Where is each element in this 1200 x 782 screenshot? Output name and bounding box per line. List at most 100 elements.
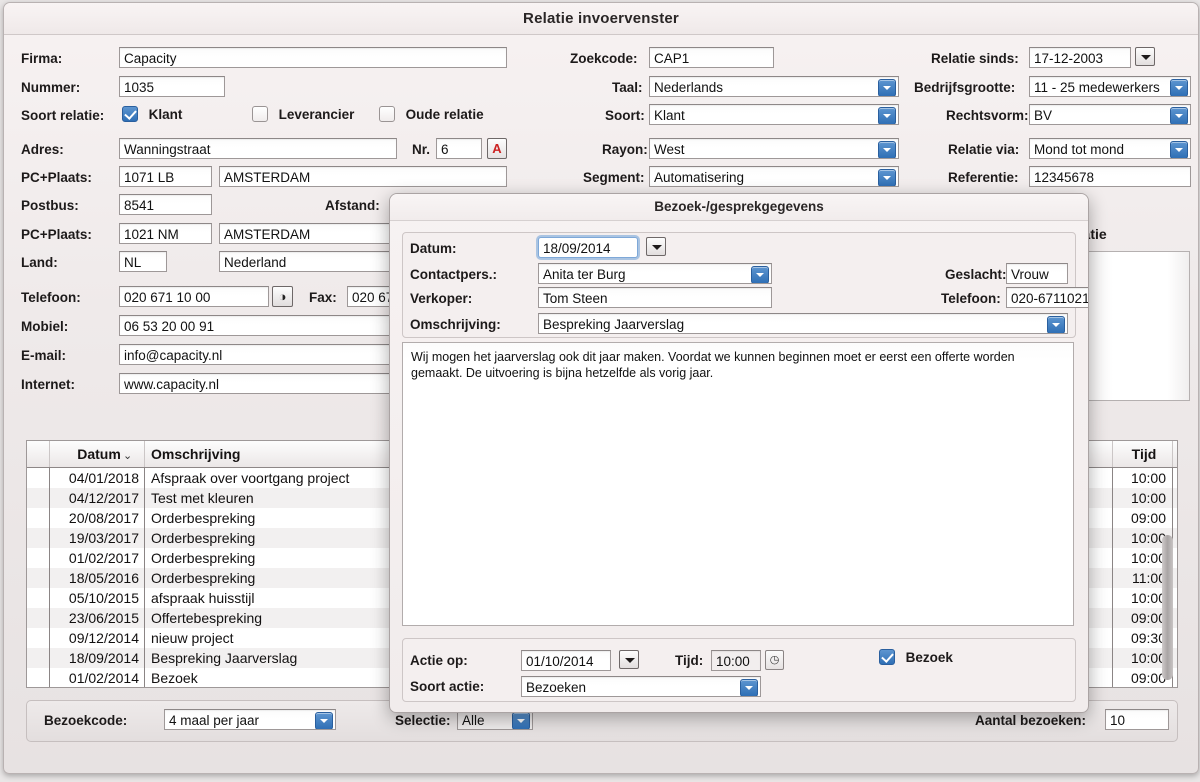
telefoon-input[interactable]: 020 671 10 00 [119,286,269,307]
column-header-omschrijving[interactable]: Omschrijving [151,441,240,467]
chevron-down-icon[interactable] [878,79,896,97]
column-header-tijd[interactable]: Tijd [1116,441,1172,467]
chevron-down-icon[interactable] [878,141,896,159]
bezoekcode-value: 4 maal per jaar [169,713,259,728]
afstand-label: Afstand: [325,198,380,213]
dialog-tijd-label: Tijd: [675,653,703,668]
chevron-down-icon[interactable] [1047,316,1065,334]
window-title: Relatie invoervenster [523,10,679,27]
cell-tijd: 10:00 [1116,648,1166,668]
checkbox-leverancier[interactable]: Leverancier [252,106,354,122]
selectie-label: Selectie: [395,713,451,728]
dialog-actie-op-dropdown-button[interactable] [619,650,639,669]
dialog-memo-textarea[interactable]: Wij mogen het jaarverslag ook dit jaar m… [402,342,1074,626]
postbus-label: Postbus: [21,198,79,213]
dialog-contactpers-select[interactable]: Anita ter Burg [538,263,772,284]
bezoekcode-select[interactable]: 4 maal per jaar [164,709,336,730]
cell-datum: 20/08/2017 [51,508,139,528]
cell-tijd: 10:00 [1116,548,1166,568]
rechtsvorm-select[interactable]: BV [1029,104,1191,125]
checkbox-oude-relatie-box[interactable] [379,106,395,122]
relatie-via-select[interactable]: Mond tot mond [1029,138,1191,159]
mobiel-label: Mobiel: [21,319,68,334]
cell-omschrijving: Orderbespreking [151,528,391,548]
bezoekcode-label: Bezoekcode: [44,713,127,728]
bedrijfsgrootte-select[interactable]: 11 - 25 medewerkers [1029,76,1191,97]
dialog-bezoek-label: Bezoek [906,650,953,665]
relatie-sinds-input[interactable]: 17-12-2003 [1029,47,1131,68]
dialog-actie-op-input[interactable]: 01/10/2014 [521,650,611,671]
dialog-datum-label: Datum: [410,241,457,256]
table-vertical-scrollbar[interactable] [1161,469,1174,685]
cell-tijd: 10:00 [1116,468,1166,488]
dialog-contactpers-label: Contactpers.: [410,267,497,282]
table-scrollbar-thumb[interactable] [1162,535,1173,680]
cell-tijd: 09:00 [1116,608,1166,628]
adres-input[interactable]: Wanningstraat [119,138,397,159]
dialog-actie-op-label: Actie op: [410,653,468,668]
internet-label: Internet: [21,377,75,392]
soort-relatie-label: Soort relatie: [21,108,104,123]
dialog-datum-input[interactable]: 18/09/2014 [538,237,638,258]
pcplaats1-postcode-input[interactable]: 1071 LB [119,166,212,187]
cell-tijd: 10:00 [1116,488,1166,508]
segment-label: Segment: [583,170,645,185]
segment-value: Automatisering [654,170,744,185]
checkbox-leverancier-box[interactable] [252,106,268,122]
nr-input[interactable]: 6 [436,138,482,159]
cell-tijd: 10:00 [1116,528,1166,548]
pcplaats2-postcode-input[interactable]: 1021 NM [119,223,212,244]
bedrijfsgrootte-label: Bedrijfsgrootte: [914,80,1015,95]
taal-select[interactable]: Nederlands [649,76,899,97]
chevron-down-icon[interactable] [740,679,758,697]
cell-datum: 19/03/2017 [51,528,139,548]
chevron-down-icon[interactable] [1170,107,1188,125]
postbus-input[interactable]: 8541 [119,194,212,215]
sort-chevron-down-icon[interactable]: ⌄ [123,449,132,462]
zoekcode-input[interactable]: CAP1 [649,47,774,68]
referentie-input[interactable]: 12345678 [1029,166,1191,187]
relatie-sinds-label: Relatie sinds: [931,51,1019,66]
dialog-geslacht-input[interactable]: Vrouw [1006,263,1068,284]
dialog-verkoper-label: Verkoper: [410,291,472,306]
aantal-bezoeken-input[interactable]: 10 [1105,709,1169,730]
chevron-down-icon[interactable] [1170,141,1188,159]
dialog-tijd-input[interactable]: 10:00 [711,650,761,671]
nummer-input[interactable]: 1035 [119,76,225,97]
clock-icon[interactable]: ◷ [765,650,784,670]
checkbox-oude-relatie[interactable]: Oude relatie [379,106,484,122]
relatie-sinds-dropdown-button[interactable] [1135,47,1155,66]
red-a-icon[interactable]: A [487,138,507,159]
firma-input[interactable]: Capacity [119,47,507,68]
informatie-textarea[interactable] [1080,251,1190,401]
dialog-omschrijving-select[interactable]: Bespreking Jaarverslag [538,313,1068,334]
soort-select[interactable]: Klant [649,104,899,125]
chevron-down-icon[interactable] [878,169,896,187]
dialog-bezoek-checkbox[interactable]: Bezoek [879,649,953,665]
dialog-datum-dropdown-button[interactable] [646,237,666,256]
dialog-bezoek-checkbox-box[interactable] [879,649,895,665]
chevron-down-icon[interactable] [315,712,333,730]
cell-omschrijving: Afspraak over voortgang project [151,468,391,488]
dialog-verkoper-input[interactable]: Tom Steen [538,287,772,308]
dialog-soort-actie-select[interactable]: Bezoeken [521,676,761,697]
cell-datum: 01/02/2017 [51,548,139,568]
chevron-down-icon[interactable] [512,712,530,730]
cell-datum: 05/10/2015 [51,588,139,608]
checkbox-klant-box[interactable] [122,106,138,122]
cell-tijd: 09:00 [1116,668,1166,688]
dialog-geslacht-label: Geslacht: [945,267,1007,282]
pcplaats1-plaats-input[interactable]: AMSTERDAM [219,166,507,187]
dialog-omschrijving-value: Bespreking Jaarverslag [543,317,684,332]
chevron-down-icon[interactable] [1170,79,1188,97]
dial-icon[interactable]: ◑ [272,286,293,307]
chevron-down-icon[interactable] [878,107,896,125]
chevron-down-icon[interactable] [751,266,769,284]
dialog-telefoon-input[interactable]: 020-6711021 [1006,287,1089,308]
checkbox-klant[interactable]: Klant [122,106,182,122]
rechtsvorm-value: BV [1034,108,1052,123]
rayon-select[interactable]: West [649,138,899,159]
land-code-input[interactable]: NL [119,251,167,272]
segment-select[interactable]: Automatisering [649,166,899,187]
referentie-label: Referentie: [948,170,1019,185]
